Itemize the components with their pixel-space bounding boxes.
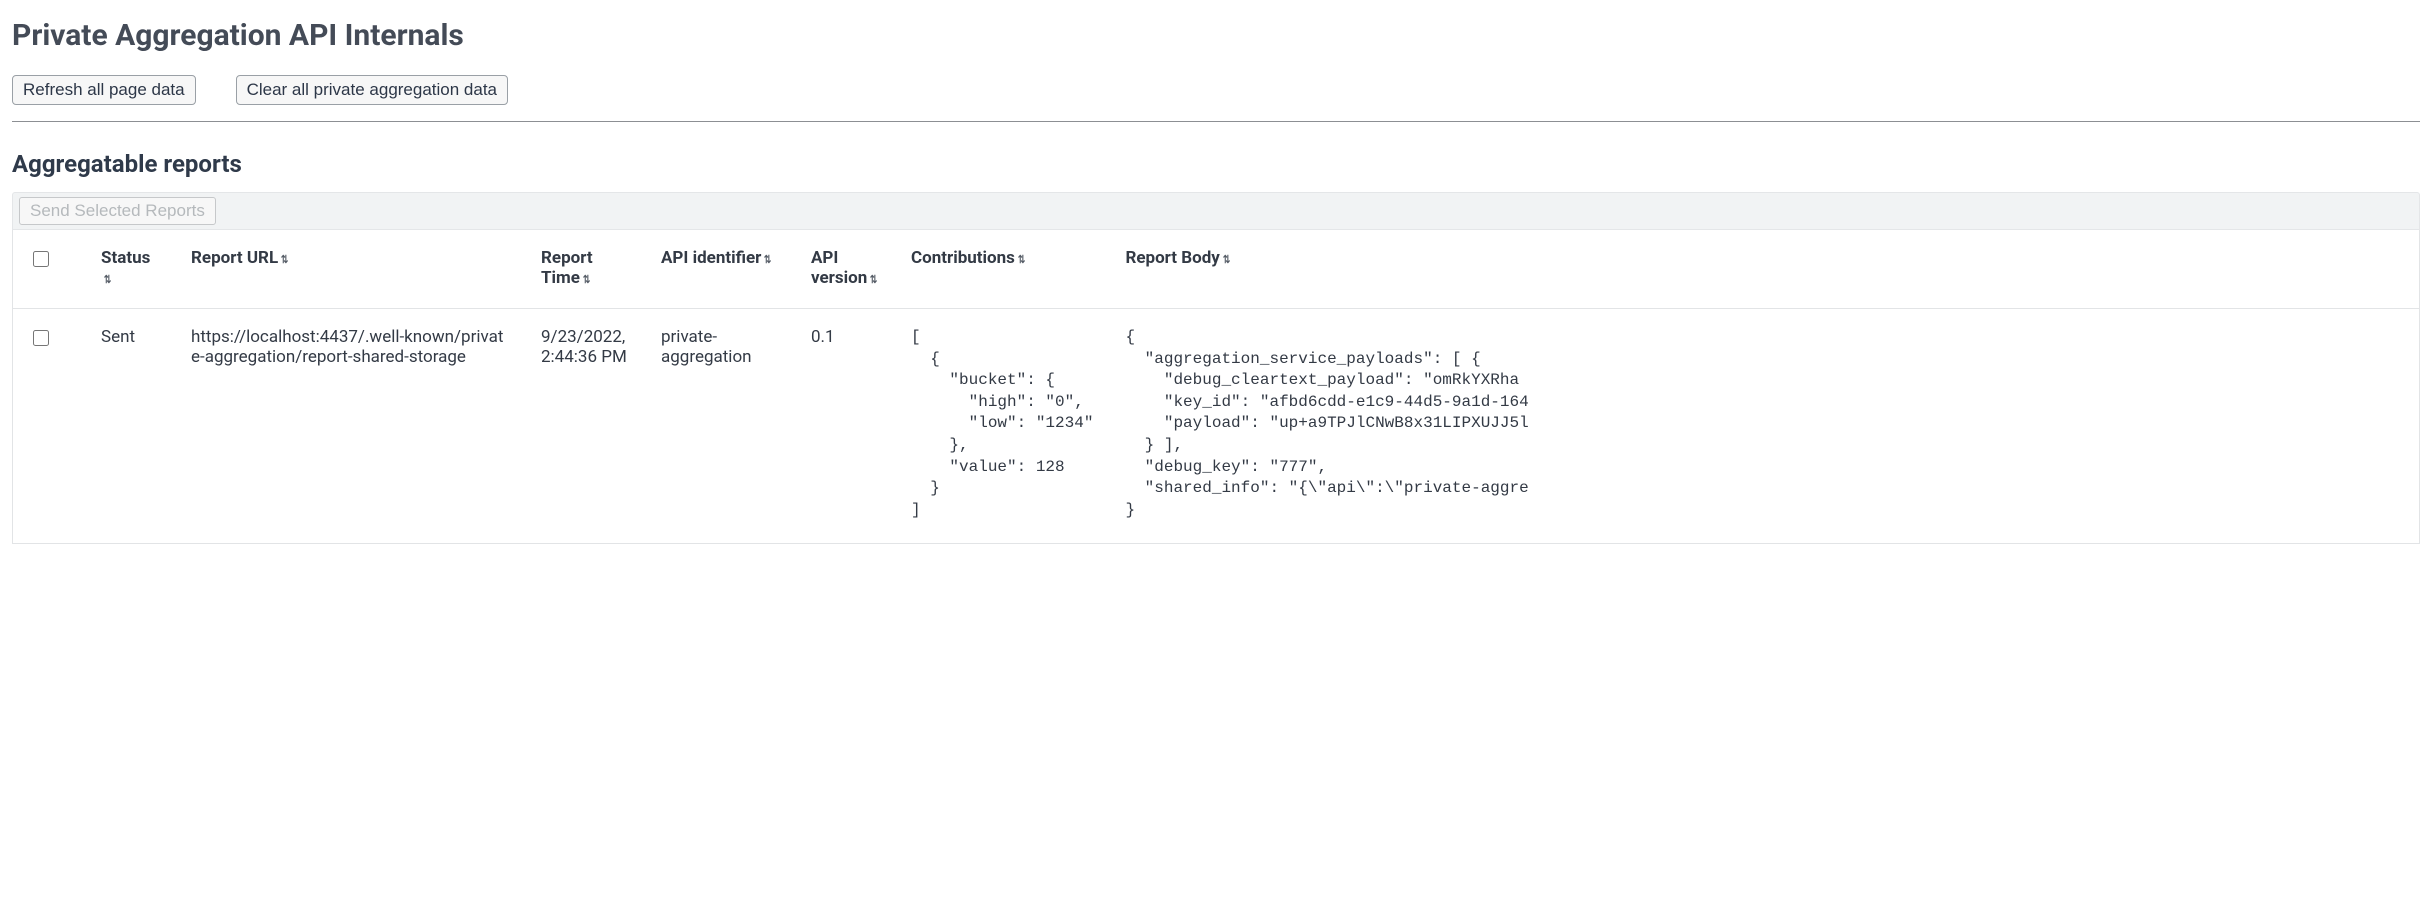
cell-contributions: [ { "bucket": { "high": "0", "low": "123… xyxy=(895,309,1109,544)
sort-icon: ⇅ xyxy=(281,254,288,265)
sort-icon: ⇅ xyxy=(104,274,111,285)
col-body-label: Report Body xyxy=(1125,248,1219,268)
cell-url: https://localhost:4437/.well-known/priva… xyxy=(175,309,525,544)
row-checkbox[interactable] xyxy=(33,330,49,346)
cell-status: Sent xyxy=(85,309,175,544)
col-api-id[interactable]: API identifier⇅ xyxy=(645,230,795,309)
select-all-checkbox[interactable] xyxy=(33,251,49,267)
col-contributions[interactable]: Contributions⇅ xyxy=(895,230,1109,309)
reports-table-wrap: Status⇅ Report URL⇅ Report Time⇅ API ide… xyxy=(12,230,2420,544)
send-selected-button[interactable]: Send Selected Reports xyxy=(19,197,216,225)
divider xyxy=(12,121,2420,122)
section-title: Aggregatable reports xyxy=(12,150,2420,178)
col-api-version[interactable]: API version⇅ xyxy=(795,230,895,309)
col-api-id-label: API identifier xyxy=(661,248,761,268)
top-button-bar: Refresh all page data Clear all private … xyxy=(12,75,2420,105)
col-time[interactable]: Report Time⇅ xyxy=(525,230,645,309)
row-checkbox-cell xyxy=(13,309,85,544)
cell-api-version: 0.1 xyxy=(795,309,895,544)
table-row: Sent https://localhost:4437/.well-known/… xyxy=(13,309,2419,544)
sort-icon: ⇅ xyxy=(583,274,590,285)
col-status[interactable]: Status ⇅ xyxy=(85,230,175,309)
reports-table: Status⇅ Report URL⇅ Report Time⇅ API ide… xyxy=(13,230,2419,543)
cell-body: { "aggregation_service_payloads": [ { "d… xyxy=(1109,309,2419,544)
sort-icon: ⇅ xyxy=(1223,254,1230,265)
clear-data-button[interactable]: Clear all private aggregation data xyxy=(236,75,508,105)
sort-icon: ⇅ xyxy=(1018,254,1025,265)
sort-icon: ⇅ xyxy=(870,274,877,285)
cell-time: 9/23/2022, 2:44:36 PM xyxy=(525,309,645,544)
refresh-button[interactable]: Refresh all page data xyxy=(12,75,196,105)
send-bar: Send Selected Reports xyxy=(12,192,2420,230)
header-checkbox-cell xyxy=(13,230,85,309)
col-body[interactable]: Report Body ⇅ xyxy=(1109,230,2419,309)
col-url-label: Report URL xyxy=(191,248,278,268)
table-header-row: Status⇅ Report URL⇅ Report Time⇅ API ide… xyxy=(13,230,2419,309)
page-title: Private Aggregation API Internals xyxy=(12,18,2420,53)
col-url[interactable]: Report URL⇅ xyxy=(175,230,525,309)
col-contributions-label: Contributions xyxy=(911,248,1015,268)
cell-api-id: private-aggregation xyxy=(645,309,795,544)
col-api-version-label: API version xyxy=(811,248,867,288)
col-status-label: Status xyxy=(101,248,150,268)
sort-icon: ⇅ xyxy=(764,254,771,265)
